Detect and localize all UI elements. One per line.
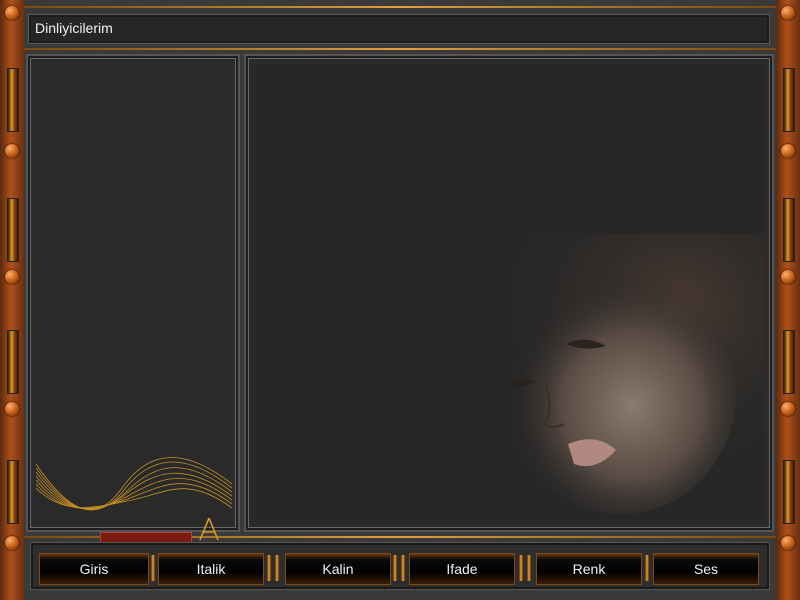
- header-accent-line: [24, 48, 776, 50]
- giris-button[interactable]: Giris: [39, 553, 149, 585]
- listeners-list[interactable]: [36, 64, 232, 544]
- rivet-icon: [781, 144, 795, 158]
- right-rail: [776, 0, 800, 600]
- wave-ornament-icon: [36, 457, 232, 511]
- toolbar-separator: [393, 555, 397, 581]
- rail-slot: [783, 330, 795, 394]
- rail-slot: [783, 460, 795, 524]
- toolbar-separator: [275, 555, 279, 581]
- toolbar-separator: [401, 555, 405, 581]
- formatting-toolbar: Giris Italik Kalin Ifade Renk Ses: [30, 542, 770, 590]
- listeners-panel[interactable]: [26, 54, 240, 544]
- kalin-button[interactable]: Kalin: [285, 553, 391, 585]
- logo-mark-icon: [199, 517, 219, 541]
- rail-slot: [7, 68, 19, 132]
- rivet-icon: [781, 536, 795, 550]
- left-rail: [0, 0, 24, 600]
- toolbar-separator: [151, 555, 155, 581]
- ifade-button[interactable]: Ifade: [409, 553, 515, 585]
- chat-panel[interactable]: [244, 54, 774, 532]
- rivet-icon: [781, 6, 795, 20]
- rail-slot: [7, 460, 19, 524]
- title-bar: Dinliyicilerim: [28, 14, 770, 44]
- rivet-icon: [5, 536, 19, 550]
- rivet-icon: [781, 402, 795, 416]
- portrait-image: [456, 234, 764, 520]
- renk-button[interactable]: Renk: [536, 553, 642, 585]
- rivet-icon: [5, 270, 19, 284]
- toolbar-separator: [645, 555, 649, 581]
- rivet-icon: [5, 144, 19, 158]
- italik-button[interactable]: Italik: [158, 553, 264, 585]
- rivet-icon: [5, 6, 19, 20]
- toolbar-separator: [267, 555, 271, 581]
- window-title: Dinliyicilerim: [35, 20, 113, 36]
- toolbar-separator: [519, 555, 523, 581]
- ses-button[interactable]: Ses: [653, 553, 759, 585]
- rail-slot: [783, 68, 795, 132]
- rail-slot: [7, 198, 19, 262]
- rivet-icon: [5, 402, 19, 416]
- rail-slot: [7, 330, 19, 394]
- toolbar-separator: [527, 555, 531, 581]
- top-accent-line: [24, 6, 776, 8]
- rivet-icon: [781, 270, 795, 284]
- rail-slot: [783, 198, 795, 262]
- chat-area[interactable]: [256, 64, 764, 520]
